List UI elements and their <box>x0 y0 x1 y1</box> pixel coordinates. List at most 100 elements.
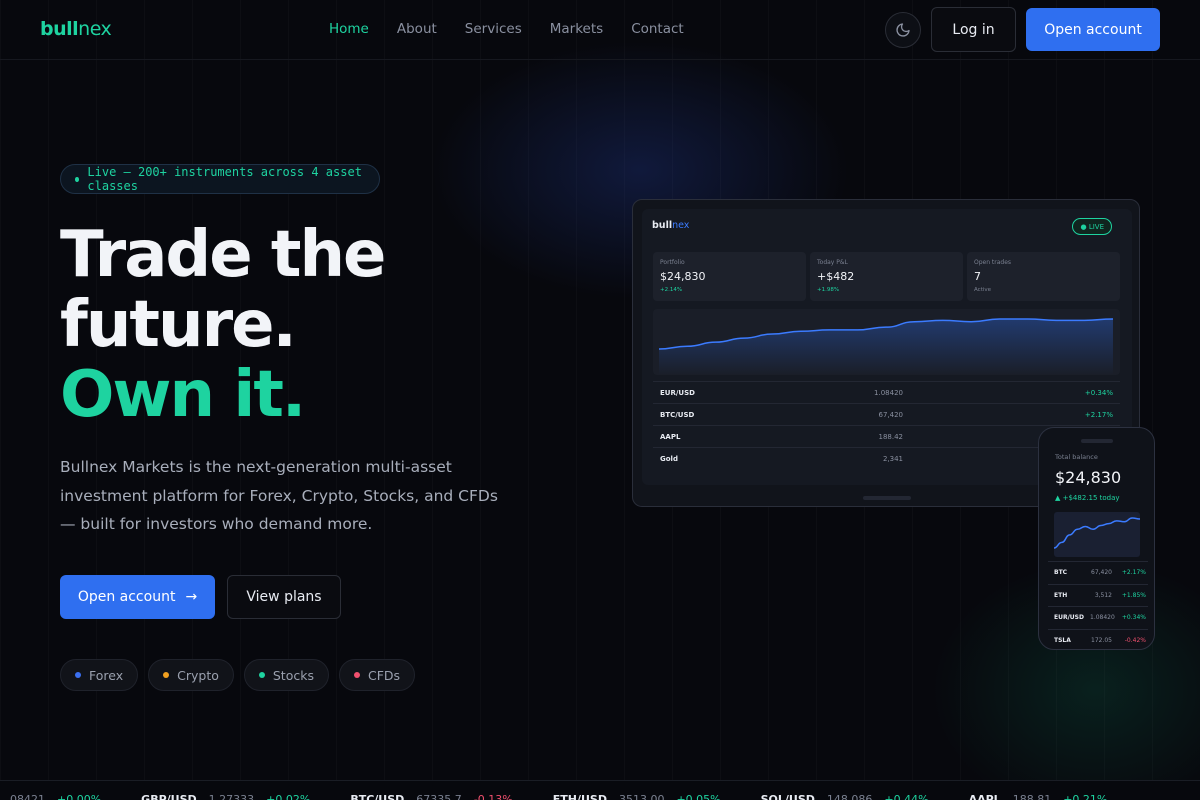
tag-label: Crypto <box>177 667 219 683</box>
tag-label: Forex <box>89 667 124 683</box>
ticker-track: 08421 +0.00% GBP/USD 1.27333 +0.02% BTC/USD 67… <box>0 793 1147 800</box>
nav-links: Home About Services Markets Contact <box>329 21 684 37</box>
nav-link-home[interactable]: Home <box>329 21 369 37</box>
ticker-px: 148.086 <box>826 793 873 800</box>
row-px: 67,420 <box>878 410 904 419</box>
row-sym: Gold <box>660 454 678 463</box>
nav-link-services[interactable]: Services <box>465 21 522 37</box>
open-account-button[interactable]: Open account <box>1026 8 1160 51</box>
table-row[interactable]: EUR/USD 1.08420 +0.34% <box>653 381 1120 403</box>
moon-icon <box>896 23 910 37</box>
phone-chart-svg <box>1054 517 1140 549</box>
ticker-chg: +0.05% <box>676 793 721 800</box>
row-chg: +2.17% <box>1084 410 1113 419</box>
phone-balance-label: Total balance <box>1055 453 1098 461</box>
list-item[interactable]: BTC 67,420 +2.17% <box>1048 561 1148 584</box>
row-px: 67,420 <box>1091 569 1112 576</box>
ticker-px: 1.27333 <box>208 793 255 800</box>
row-chg: +0.34% <box>1121 614 1146 621</box>
phone-chart <box>1054 512 1140 557</box>
row-px: 172.05 <box>1091 636 1112 644</box>
phone-balance-change: ▲ +$482.15 today <box>1055 494 1120 502</box>
live-dot-icon <box>75 176 80 182</box>
row-chg: +0.34% <box>1084 388 1113 397</box>
row-chg: +1.85% <box>1121 591 1146 599</box>
row-px: 1.08420 <box>1090 614 1115 621</box>
live-badge: ● LIVE <box>1072 218 1112 235</box>
row-px: 1.08420 <box>874 388 903 397</box>
hero-title: Trade the future. Own it. <box>60 218 386 432</box>
tag-crypto[interactable]: Crypto <box>148 659 234 691</box>
list-item[interactable]: EUR/USD 1.08420 +0.34% <box>1048 606 1148 629</box>
stat-today-pnl: Today P&L +$482 +1.98% <box>810 252 963 301</box>
ticker-item: GBP/USD 1.27333 +0.02% <box>141 793 310 800</box>
phone-balance-value: $24,830 <box>1055 468 1122 487</box>
ticker-item: SOL/USD 148.086 +0.44% <box>761 793 929 800</box>
ticker-chg: +0.00% <box>57 793 102 800</box>
brand-logo[interactable]: bullnex <box>40 18 112 40</box>
tag-dot-icon <box>75 672 81 678</box>
phone-mockup: Total balance $24,830 ▲ +$482.15 today B… <box>1038 427 1155 650</box>
asset-class-tags: Forex Crypto Stocks CFDs <box>60 659 416 691</box>
ticker-px: 3513.00 <box>618 793 665 800</box>
row-sym: BTC <box>1054 569 1068 576</box>
nav-link-contact[interactable]: Contact <box>631 21 684 37</box>
hero-description: Bullnex Markets is the next-generation m… <box>60 458 498 533</box>
list-item[interactable]: ETH 3,512 +1.85% <box>1048 583 1148 607</box>
ticker-item: 08421 +0.00% <box>0 793 101 800</box>
tag-dot-icon <box>258 672 265 678</box>
hero-title-line-1: Trade the <box>60 218 386 292</box>
row-sym: TSLA <box>1054 636 1071 644</box>
row-px: 188.42 <box>878 432 904 441</box>
row-sym: EUR/USD <box>660 388 695 397</box>
tag-dot-icon <box>163 672 170 678</box>
tag-dot-icon <box>353 672 360 678</box>
theme-toggle-button[interactable] <box>885 12 921 48</box>
tag-stocks[interactable]: Stocks <box>243 659 329 691</box>
stat-portfolio: Portfolio $24,830 +2.14% <box>653 252 806 301</box>
ticker-chg: -0.13% <box>473 793 513 800</box>
top-nav: bullnex Home About Services Markets Contact … <box>0 0 1200 60</box>
ticker-sym: ETH/USD <box>552 793 607 800</box>
hero-open-account-label: Open account <box>77 589 176 605</box>
ticker-item: ETH/USD 3513.00 +0.05% <box>553 793 721 800</box>
table-row[interactable]: BTC/USD 67,420 +2.17% <box>653 403 1120 425</box>
ticker-item: BTC/USD 67335.7 -0.13% <box>350 793 512 800</box>
ticker-sym: BTC/USD <box>350 793 405 800</box>
row-sym: ETH <box>1054 591 1068 599</box>
row-sym: EUR/USD <box>1054 614 1084 621</box>
tag-forex[interactable]: Forex <box>60 659 139 691</box>
ticker-sym: AAPL <box>968 793 1001 800</box>
ticker-chg: +0.21% <box>1063 793 1108 800</box>
arrow-right-icon: → <box>185 589 198 605</box>
live-pill-text: Live — 200+ instruments across 4 asset c… <box>87 165 362 193</box>
hero-title-line-3: Own it. <box>60 358 306 432</box>
nav-link-markets[interactable]: Markets <box>550 21 603 37</box>
ticker-chg: +0.44% <box>884 793 929 800</box>
row-px: 3,512 <box>1094 591 1112 599</box>
hero-title-line-2: future. <box>60 288 297 362</box>
tag-label: Stocks <box>272 667 314 683</box>
phone-market-list: BTC 67,420 +2.17% ETH 3,512 +1.85% EUR/USD 1.08… <box>1048 561 1148 650</box>
ticker-px: 188.81 <box>1012 793 1052 800</box>
dashboard-logo: bullnex <box>652 220 690 231</box>
login-button[interactable]: Log in <box>931 7 1016 52</box>
phone-chart-line <box>1054 517 1140 549</box>
view-plans-button[interactable]: View plans <box>227 575 341 619</box>
phone-notch <box>1081 439 1113 443</box>
live-pill: Live — 200+ instruments across 4 asset c… <box>60 164 380 194</box>
nav-link-about[interactable]: About <box>397 21 437 37</box>
list-item[interactable]: TSLA 172.05 -0.42% <box>1048 628 1148 650</box>
price-ticker: 08421 +0.00% GBP/USD 1.27333 +0.02% BTC/USD 67… <box>0 780 1200 800</box>
row-px: 2,341 <box>882 454 903 463</box>
ticker-px: 08421 <box>10 793 45 800</box>
row-sym: BTC/USD <box>660 410 695 419</box>
ticker-chg: +0.02% <box>266 793 311 800</box>
row-sym: AAPL <box>660 432 681 441</box>
ticker-sym: GBP/USD <box>141 793 197 800</box>
portfolio-chart-svg <box>658 318 1114 375</box>
hero-open-account-button[interactable]: Open account → <box>60 575 215 619</box>
tag-label: CFDs <box>367 667 401 683</box>
tag-cfds[interactable]: CFDs <box>338 659 416 691</box>
laptop-base <box>863 496 911 500</box>
